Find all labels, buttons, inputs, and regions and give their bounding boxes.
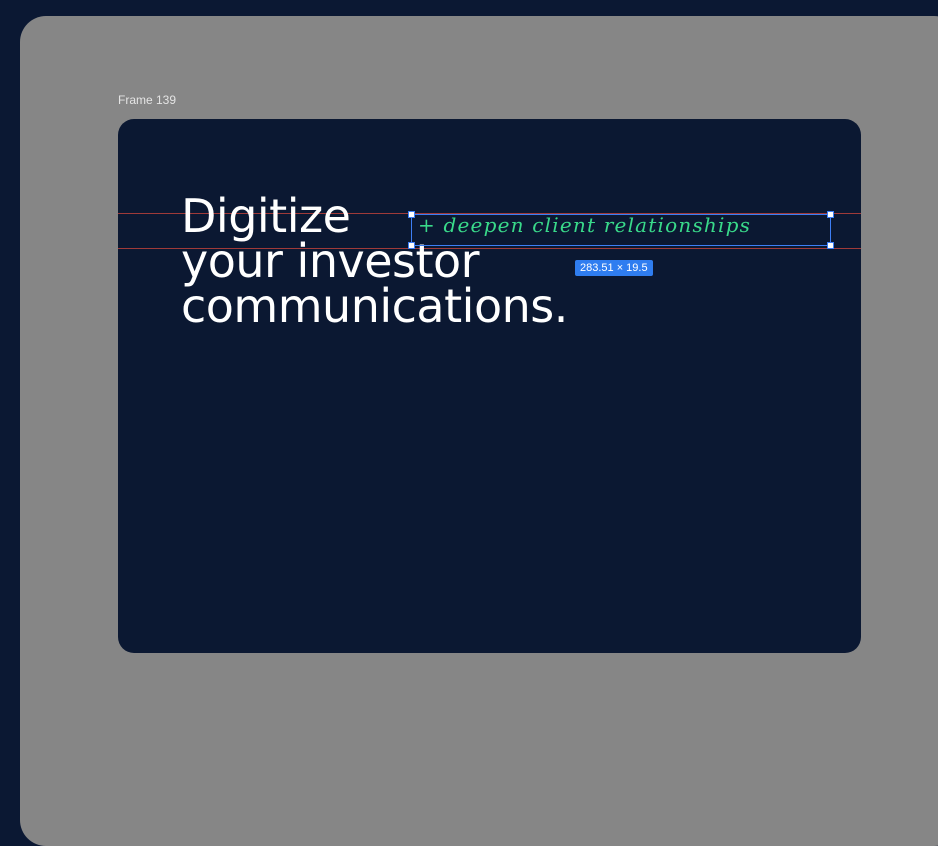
selection-bounding-box[interactable] [411, 214, 831, 246]
frame-name-label[interactable]: Frame 139 [118, 93, 176, 107]
resize-handle-bottom-right[interactable] [827, 242, 834, 249]
selection-dimensions-badge: 283.51 × 19.5 [575, 260, 653, 276]
resize-handle-bottom-left[interactable] [408, 242, 415, 249]
resize-handle-top-left[interactable] [408, 211, 415, 218]
resize-handle-top-right[interactable] [827, 211, 834, 218]
headline-line-3: communications. [181, 279, 568, 333]
